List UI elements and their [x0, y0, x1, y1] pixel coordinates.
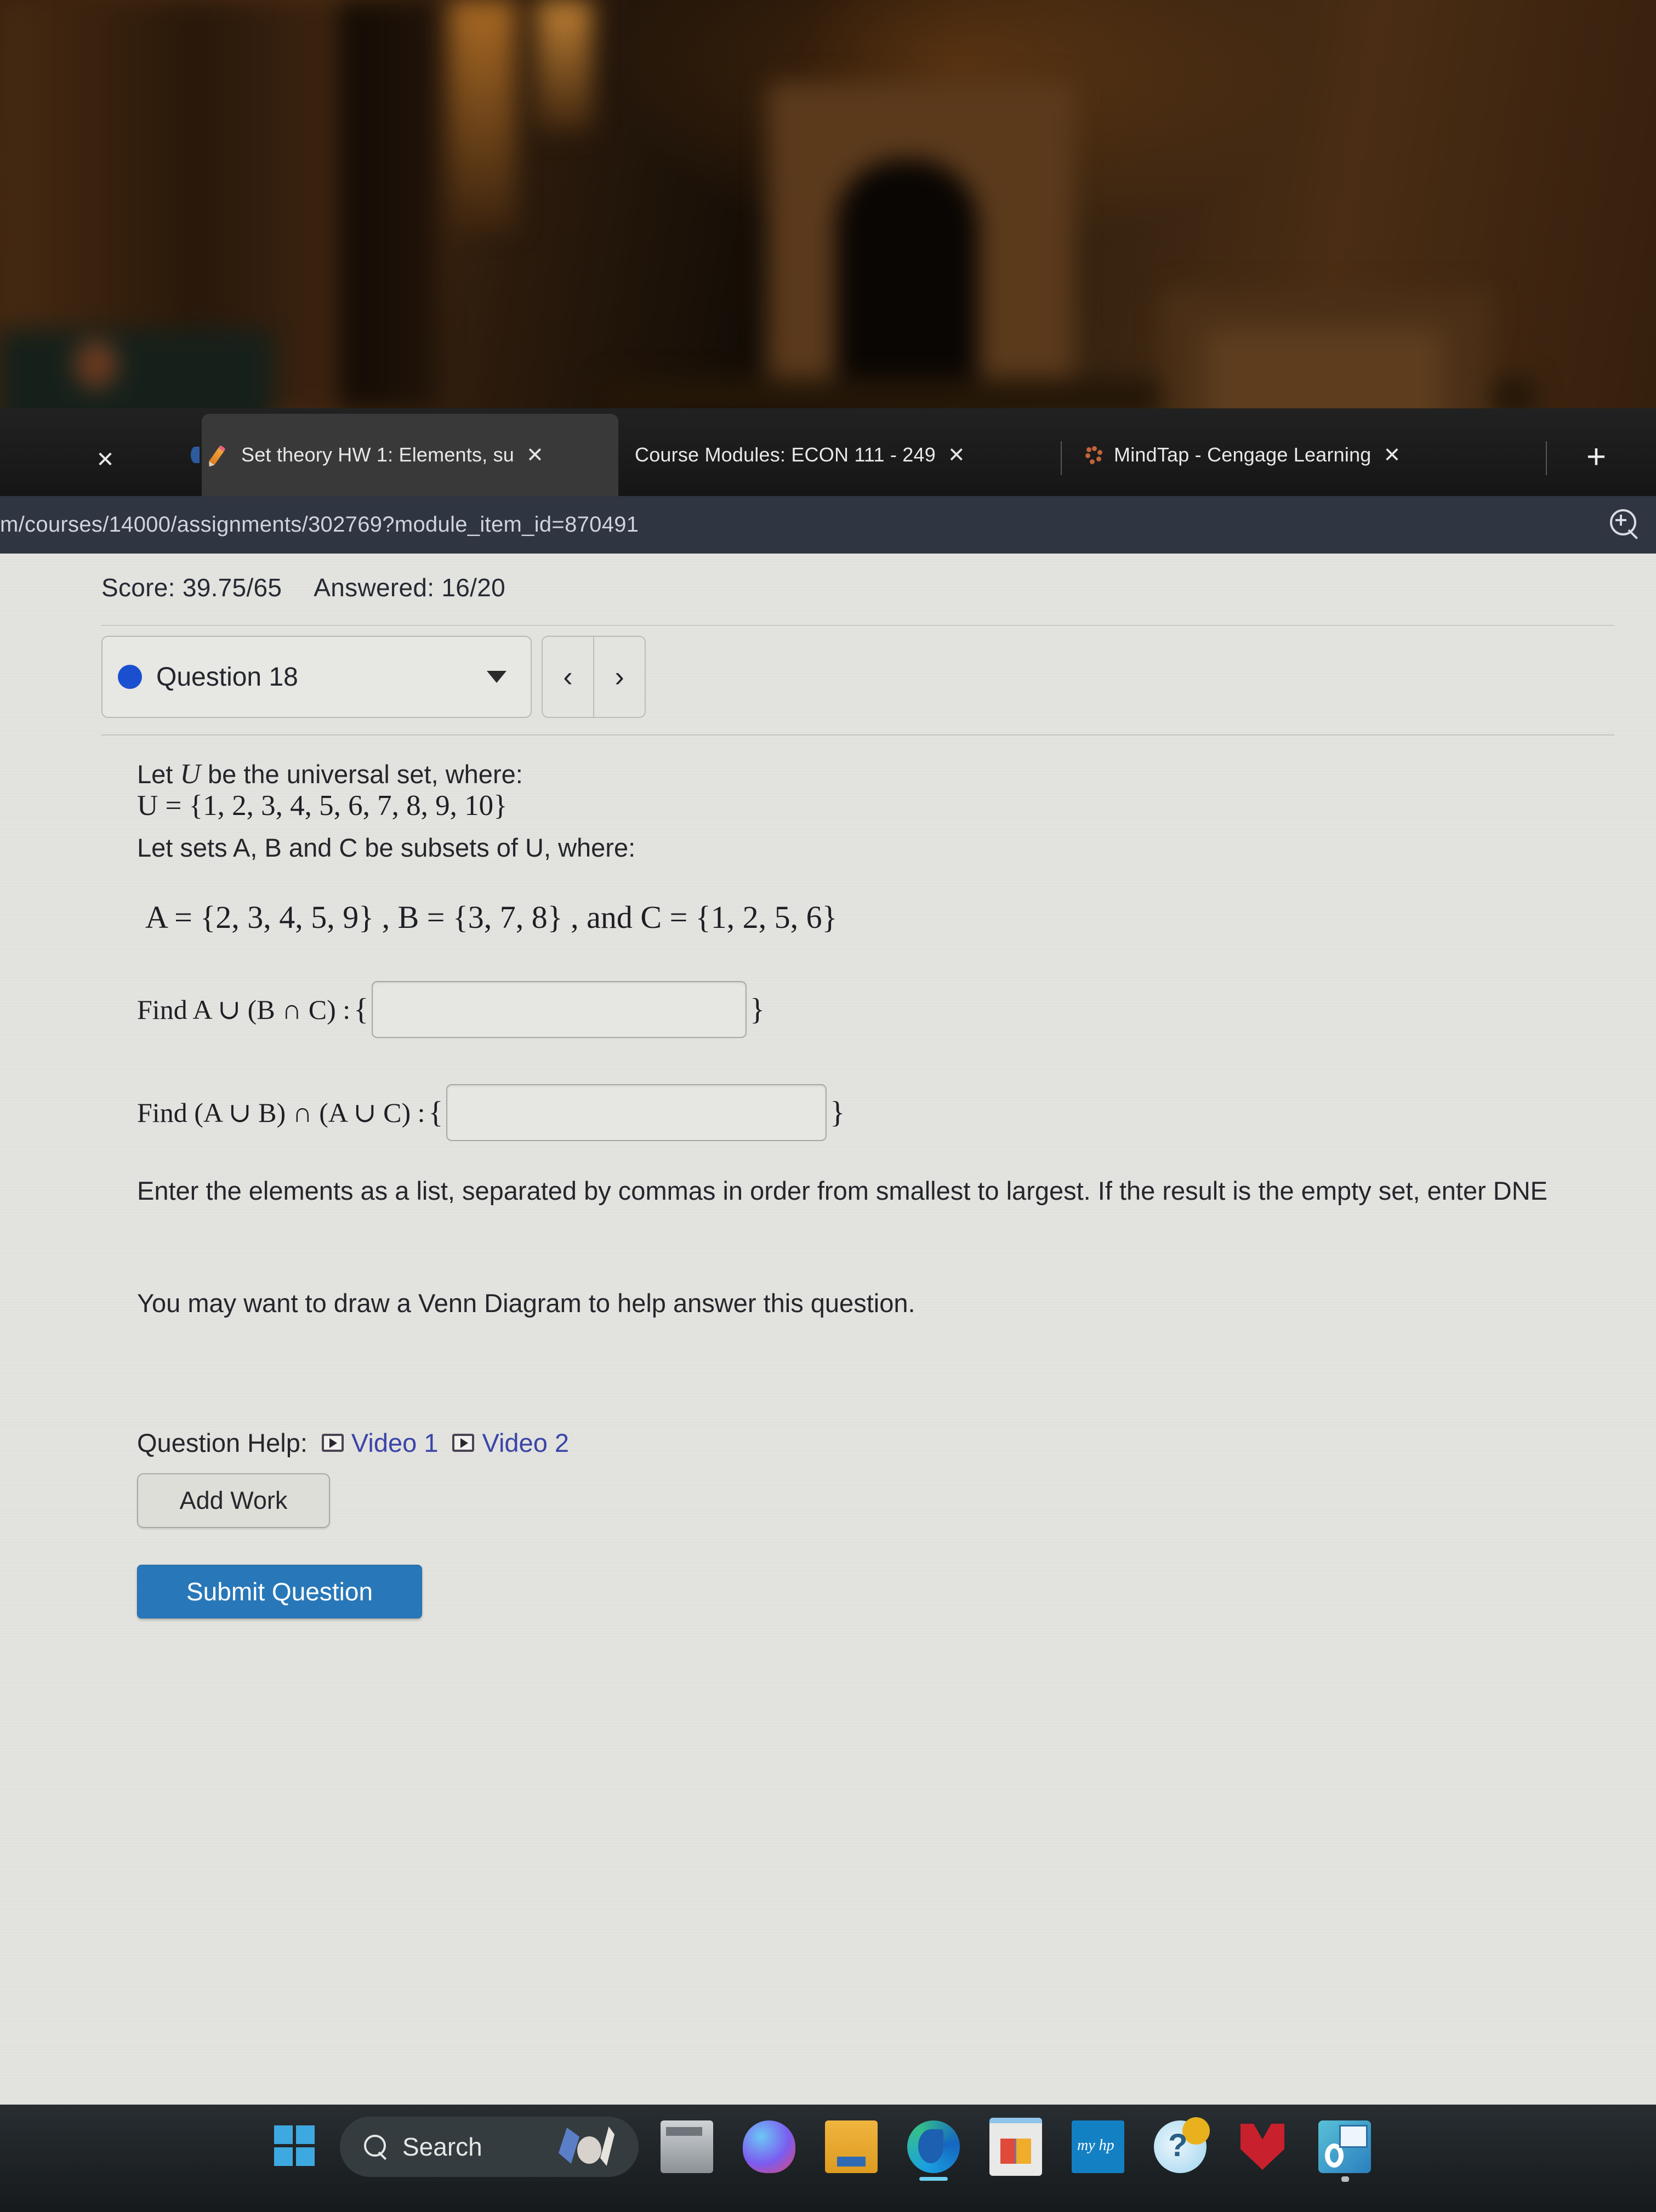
question-help-row: Question Help: Video 1 Video 2 [137, 1428, 569, 1458]
video-1-link[interactable]: Video 1 [321, 1428, 439, 1458]
file-explorer-icon[interactable] [661, 2120, 713, 2173]
my-hp-icon[interactable] [1072, 2120, 1124, 2173]
help-icon[interactable] [1154, 2117, 1210, 2173]
tab-mindtap[interactable]: MindTap - Cengage Learning ✕ [1074, 414, 1513, 496]
window-close-icon[interactable]: ✕ [93, 448, 117, 472]
outlook-icon[interactable] [1318, 2120, 1371, 2182]
cengage-icon [1084, 444, 1106, 466]
video-play-icon [321, 1434, 344, 1452]
ambient-room-photo [0, 0, 1656, 408]
answer-input-1[interactable] [372, 981, 747, 1038]
tab-close-icon[interactable]: ✕ [526, 443, 544, 468]
add-work-button[interactable]: Add Work [137, 1473, 330, 1528]
windows-start-icon[interactable] [274, 2125, 317, 2168]
video-2-link[interactable]: Video 2 [452, 1428, 569, 1458]
teams-icon[interactable] [743, 2120, 795, 2173]
windows-taskbar: Search [0, 2105, 1656, 2212]
find-expression-row-1: Find A ∪ (B ∩ C) : { } [137, 981, 768, 1038]
tab-separator [1061, 441, 1062, 475]
video-1-label: Video 1 [351, 1428, 439, 1457]
brace-close: } [750, 993, 765, 1027]
universal-set-intro: Let U be the universal set, where: [137, 755, 523, 794]
magnifier-plus-icon[interactable] [1608, 508, 1640, 540]
search-icon [363, 2135, 387, 2160]
video-play-icon [452, 1434, 475, 1452]
new-tab-button[interactable]: + [1579, 440, 1614, 475]
score-bar: Score: 39.75/65 Answered: 16/20 [101, 573, 505, 602]
browser-tab-strip: ✕ Set theory HW 1: Elements, su ✕ Course… [0, 408, 1656, 496]
edge-icon[interactable] [907, 2120, 960, 2181]
divider-bottom [101, 734, 1614, 736]
question-help-label: Question Help: [137, 1428, 308, 1457]
sets-definition: A = {2, 3, 4, 5, 9} , B = {3, 7, 8} , an… [145, 899, 838, 935]
widgets-icon[interactable] [559, 2124, 624, 2169]
tab-title: Course Modules: ECON 111 - 249 [635, 443, 936, 466]
prev-question-button[interactable]: ‹ [542, 636, 594, 718]
folder-icon[interactable] [825, 2120, 878, 2173]
divider-top [101, 625, 1614, 626]
address-bar-url: m/courses/14000/assignments/302769?modul… [0, 512, 639, 537]
question-nav-row: Question 18 ‹ › [101, 636, 646, 718]
answer-input-2[interactable] [446, 1084, 827, 1141]
address-bar[interactable]: m/courses/14000/assignments/302769?modul… [0, 496, 1656, 554]
submit-question-button[interactable]: Submit Question [137, 1565, 422, 1618]
search-placeholder: Search [402, 2133, 482, 2161]
hint-text: You may want to draw a Venn Diagram to h… [137, 1289, 915, 1318]
taskbar-search-box[interactable]: Search [340, 2117, 639, 2177]
tab-close-icon[interactable]: ✕ [948, 443, 965, 468]
chevron-down-icon [487, 671, 507, 683]
video-2-label: Video 2 [482, 1428, 570, 1457]
tab-close-icon[interactable]: ✕ [1384, 443, 1401, 468]
tab-course-modules[interactable]: Course Modules: ECON 111 - 249 ✕ [625, 414, 981, 496]
browser-window: ✕ Set theory HW 1: Elements, su ✕ Course… [0, 408, 1656, 2105]
mcafee-icon[interactable] [1236, 2120, 1289, 2173]
pencil-icon [191, 444, 234, 466]
question-status-dot [118, 665, 142, 689]
question-pager: ‹ › [542, 636, 646, 718]
brace-close: } [830, 1096, 845, 1130]
taskbar-icon-row: Search [274, 2117, 1401, 2182]
next-question-button[interactable]: › [594, 636, 646, 718]
question-selector-label: Question 18 [156, 662, 298, 692]
microsoft-store-icon[interactable] [989, 2118, 1042, 2176]
universal-set-symbol: U [180, 759, 201, 790]
answered-label: Answered: 16/20 [314, 573, 506, 602]
instructions-text: Enter the elements as a list, separated … [137, 1176, 1548, 1205]
find-label-2: Find (A ∪ B) ∩ (A ∪ C) : [137, 1097, 425, 1128]
question-selector-dropdown[interactable]: Question 18 [101, 636, 532, 718]
find-expression-row-2: Find (A ∪ B) ∩ (A ∪ C) : { } [137, 1084, 848, 1141]
tab-title: Set theory HW 1: Elements, su [241, 443, 514, 466]
tab-set-theory-hw[interactable]: Set theory HW 1: Elements, su ✕ [191, 414, 618, 496]
subsets-intro: Let sets A, B and C be subsets of U, whe… [137, 833, 636, 862]
score-label: Score: 39.75/65 [101, 573, 282, 602]
tab-title: MindTap - Cengage Learning [1114, 443, 1372, 466]
intro-prefix: Let [137, 760, 180, 789]
find-label-1: Find A ∪ (B ∩ C) : [137, 994, 351, 1025]
tab-separator [1546, 441, 1547, 475]
universal-set-definition: U = {1, 2, 3, 4, 5, 6, 7, 8, 9, 10} [137, 790, 508, 822]
intro-suffix: be the universal set, where: [200, 760, 523, 789]
brace-open: { [428, 1096, 443, 1130]
brace-open: { [354, 993, 369, 1027]
assignment-page: Score: 39.75/65 Answered: 16/20 Question… [0, 554, 1656, 2105]
room-blur-layer [0, 0, 1656, 408]
